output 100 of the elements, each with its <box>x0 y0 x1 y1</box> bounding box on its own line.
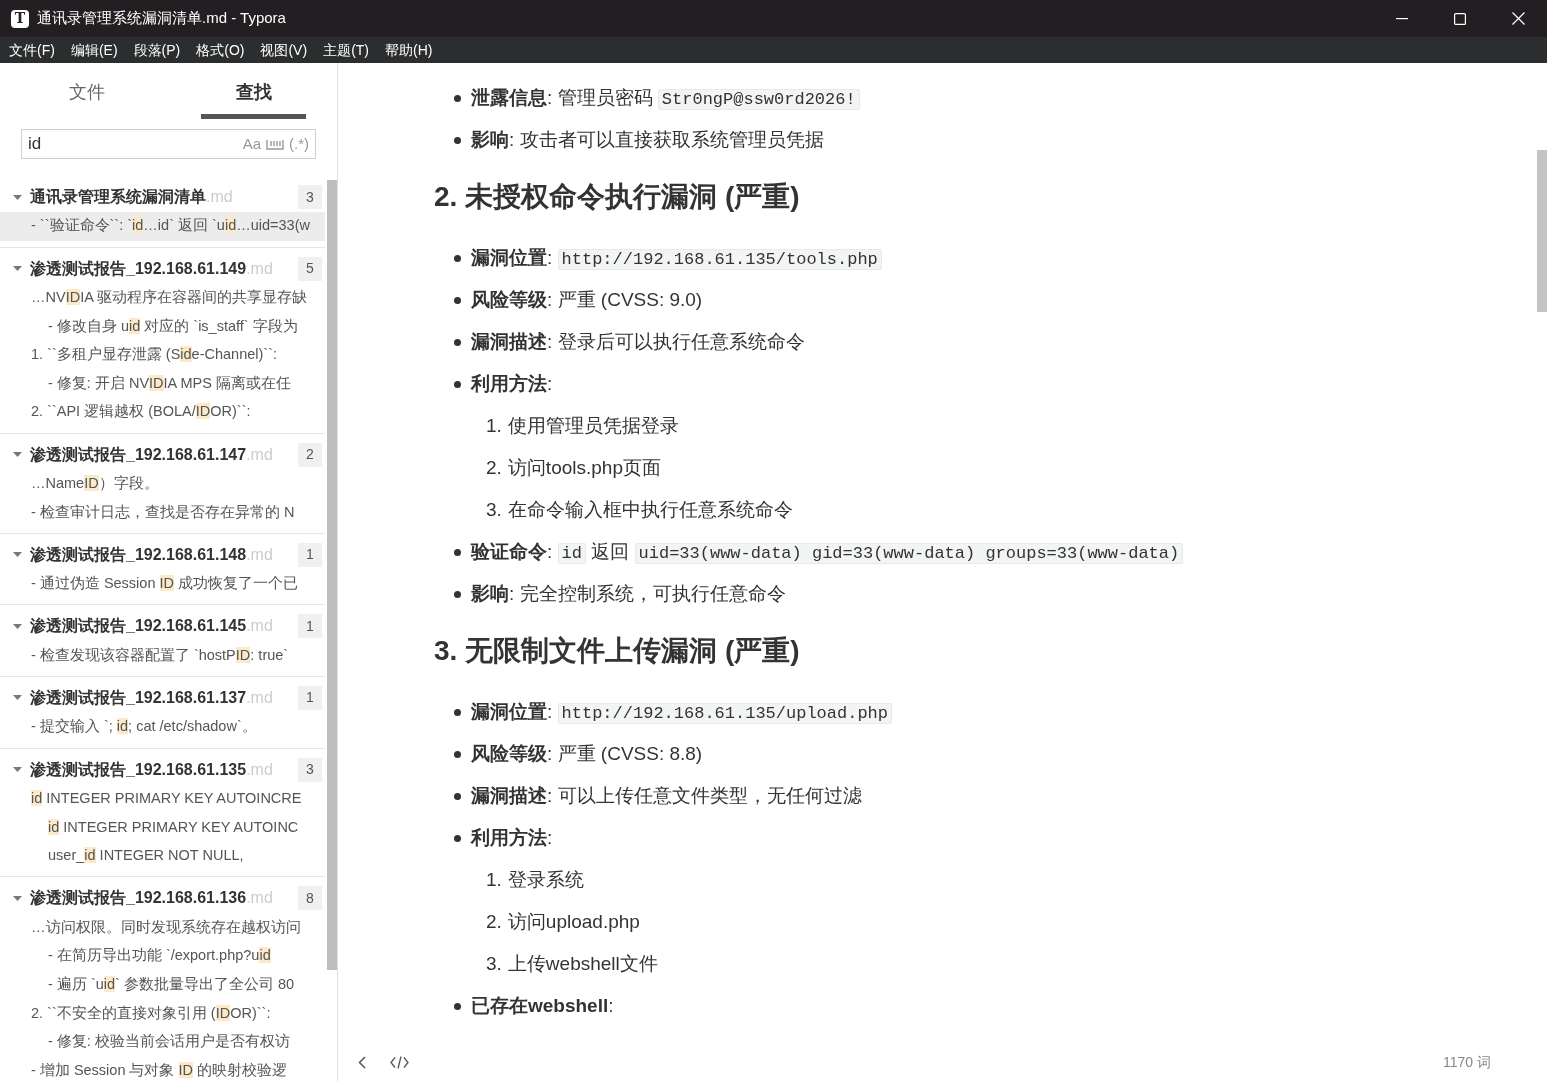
list-number: 2. <box>486 909 502 934</box>
list-item-text: 漏洞描述: 可以上传任意文件类型，无任何过滤 <box>471 783 862 808</box>
list-number: 2. <box>486 455 502 480</box>
search-result[interactable]: 2. ``API 逻辑越权 (BOLA/IDOR)``: <box>0 397 325 427</box>
file-extension: .md <box>246 544 273 565</box>
bullet-icon <box>454 94 461 102</box>
maximize-icon <box>1454 12 1466 25</box>
list-item-text: 影响: 完全控制系统，可执行任意命令 <box>471 581 786 606</box>
list-number: 1. <box>486 413 502 438</box>
search-result[interactable]: - 增加 Session 与对象 ID 的映射校验逻 <box>0 1056 325 1081</box>
chevron-left-icon <box>358 1055 366 1069</box>
file-extension: .md <box>206 187 233 207</box>
search-result[interactable]: user_id INTEGER NOT NULL, <box>0 841 325 871</box>
list-item-text: 访问tools.php页面 <box>507 455 661 480</box>
file-name[interactable]: 渗透测试报告_192.168.61.149 <box>30 256 247 281</box>
list-item-text: 上传webshell文件 <box>507 951 658 976</box>
search-result[interactable]: - 遍历 `uid` 参数批量导出了全公司 80 <box>0 970 325 1000</box>
sidebar-tab[interactable]: 文件 <box>3 79 170 119</box>
bullet-icon <box>454 1002 461 1010</box>
bullet-icon <box>454 590 461 598</box>
match-count: 3 <box>298 185 322 209</box>
menu-item[interactable]: 帮助(H) <box>385 39 433 61</box>
bullet-icon <box>454 548 461 556</box>
file-name[interactable]: 渗透测试报告_192.168.61.137 <box>30 685 247 710</box>
close-icon <box>1511 12 1525 25</box>
list-item-text: 漏洞描述: 登录后可以执行任意系统命令 <box>471 329 805 354</box>
section-heading: 2. 未授权命令执行漏洞 (严重) <box>434 180 801 214</box>
menu-item[interactable]: 视图(V) <box>260 39 308 61</box>
file-name[interactable]: 通讯录管理系统漏洞清单 <box>30 185 206 209</box>
file-extension: .md <box>246 687 273 708</box>
file-extension: .md <box>246 444 273 465</box>
search-result[interactable]: - 提交输入 `; id; cat /etc/shadow`。 <box>0 712 325 742</box>
match-count: 3 <box>298 757 322 782</box>
menu-item[interactable]: 文件(F) <box>9 39 55 61</box>
file-extension: .md <box>246 759 273 780</box>
file-name[interactable]: 渗透测试报告_192.168.61.136 <box>30 886 247 911</box>
search-result[interactable]: - 修改自身 uid 对应的 `is_staff` 字段为 <box>0 312 325 341</box>
list-item-text: 影响: 攻击者可以直接获取系统管理员凭据 <box>471 127 824 152</box>
match-count: 5 <box>298 256 322 281</box>
sidebar-tab[interactable]: 查找 <box>170 79 337 119</box>
list-item-text: 风险等级: 严重 (CVSS: 8.8) <box>471 741 703 766</box>
menu-item[interactable]: 格式(O) <box>196 39 245 61</box>
list-item-text: 利用方法: <box>471 825 553 850</box>
search-result[interactable]: 1. ``多租户显存泄露 (Side-Channel)``: <box>0 340 325 370</box>
bullet-icon <box>454 792 461 800</box>
list-item-text: 已存在webshell: <box>471 993 614 1018</box>
file-name[interactable]: 渗透测试报告_192.168.61.147 <box>30 442 247 467</box>
search-result[interactable]: - 检查发现该容器配置了 `hostPID: true` <box>0 641 325 670</box>
search-result[interactable]: id INTEGER PRIMARY KEY AUTOINCRE <box>0 784 325 814</box>
list-item-text: 使用管理员凭据登录 <box>507 413 679 438</box>
section-heading: 3. 无限制文件上传漏洞 (严重) <box>434 634 801 668</box>
list-item-text: 泄露信息: 管理员密码 Str0ngP@ssw0rd2026! <box>471 83 860 113</box>
match-count: 1 <box>298 542 322 567</box>
bullet-icon <box>454 254 461 262</box>
search-result[interactable]: - 修复: 开启 NVIDIA MPS 隔离或在任 <box>0 369 325 398</box>
window-title: 通讯录管理系统漏洞清单.md - Typora <box>37 8 286 29</box>
menu-item[interactable]: 编辑(E) <box>70 39 118 61</box>
search-result[interactable]: 2. ``不安全的直接对象引用 (IDOR)``: <box>0 999 325 1028</box>
match-count: 8 <box>298 886 322 911</box>
search-result[interactable]: - ``验证命令``: `id…id` 返回 `uid…uid=33(w <box>0 212 325 241</box>
file-name[interactable]: 渗透测试报告_192.168.61.145 <box>30 614 247 639</box>
list-number: 1. <box>486 867 502 892</box>
word-count: 1170 词 <box>1443 1052 1491 1072</box>
list-item-text: 利用方法: <box>471 371 553 396</box>
file-extension: .md <box>246 258 273 279</box>
search-result[interactable]: - 修复: 校验当前会话用户是否有权访 <box>0 1027 325 1057</box>
search-result[interactable]: id INTEGER PRIMARY KEY AUTOINC <box>0 813 325 842</box>
bullet-icon <box>454 136 461 144</box>
match-count: 1 <box>298 614 322 639</box>
file-extension: .md <box>246 888 273 909</box>
bullet-icon <box>454 750 461 758</box>
scrollbar[interactable] <box>327 180 337 970</box>
menu-item[interactable]: 主题(T) <box>323 39 369 61</box>
search-result[interactable]: - 在简历导出功能 `/export.php?uid <box>0 941 325 971</box>
bullet-icon <box>454 296 461 304</box>
search-result[interactable]: …NVIDIA 驱动程序在容器间的共享显存缺 <box>0 283 325 313</box>
file-name[interactable]: 渗透测试报告_192.168.61.135 <box>30 757 247 782</box>
menu-item[interactable]: 段落(P) <box>133 39 181 61</box>
search-result[interactable]: - 通过伪造 Session ID 成功恢复了一个已 <box>0 569 325 599</box>
match-count: 2 <box>298 442 322 467</box>
search-result[interactable]: …访问权限。同时发现系统存在越权访问 <box>0 913 325 942</box>
list-item-text: 在命令输入框中执行任意系统命令 <box>507 497 793 522</box>
list-item-text: 风险等级: 严重 (CVSS: 9.0) <box>471 287 703 312</box>
list-number: 3. <box>486 951 502 976</box>
list-number: 3. <box>486 497 502 522</box>
file-extension: .md <box>246 616 273 637</box>
bullet-icon <box>454 338 461 346</box>
search-result[interactable]: - 检查审计日志，查找是否存在异常的 N <box>0 498 325 527</box>
scrollbar[interactable] <box>1537 150 1547 312</box>
match-count: 1 <box>298 685 322 710</box>
list-item-text: 登录系统 <box>507 867 584 892</box>
list-item-text: 访问upload.php <box>507 909 640 934</box>
app-icon: T <box>11 9 29 28</box>
bullet-icon <box>454 708 461 716</box>
code-icon <box>389 1055 409 1069</box>
file-name[interactable]: 渗透测试报告_192.168.61.148 <box>30 542 247 567</box>
bullet-icon <box>454 380 461 388</box>
minimize-icon <box>1396 17 1408 20</box>
search-result[interactable]: …NameID）字段。 <box>0 469 325 499</box>
bullet-icon <box>454 834 461 842</box>
